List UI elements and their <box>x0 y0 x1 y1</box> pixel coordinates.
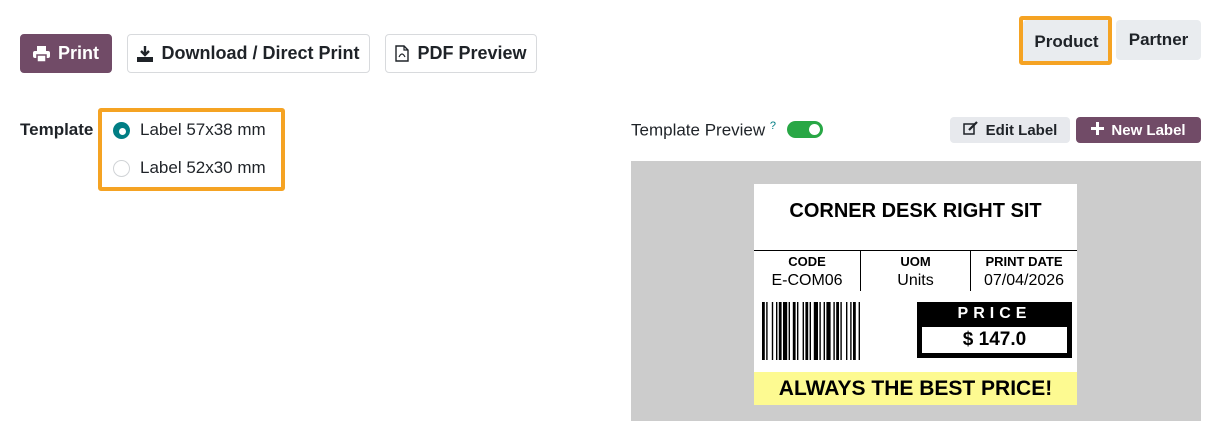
edit-label-text: Edit Label <box>985 121 1058 139</box>
partner-tab[interactable]: Partner <box>1116 20 1201 60</box>
plus-icon <box>1091 121 1105 139</box>
pdf-file-icon <box>395 45 410 62</box>
barcode-bar <box>766 302 768 360</box>
pdf-preview-label: PDF Preview <box>417 43 527 63</box>
printer-icon <box>32 45 50 62</box>
barcode-bar <box>833 302 835 360</box>
template-option-57x38[interactable]: Label 57x38 mm <box>113 120 266 140</box>
template-option-label: Label 52x30 mm <box>140 158 266 177</box>
barcode-bar <box>778 302 782 360</box>
barcode-bar <box>788 302 790 360</box>
radio-unchecked-icon[interactable] <box>113 159 130 177</box>
label-col-header: PRINT DATE <box>985 254 1063 269</box>
pdf-preview-button[interactable]: PDF Preview <box>385 34 537 73</box>
barcode-bar <box>826 302 831 360</box>
product-tab[interactable]: Product <box>1023 20 1110 63</box>
barcode-bar <box>809 302 811 360</box>
price-box: PRICE $ 147.0 <box>917 302 1072 358</box>
label-col-code: CODE E-COM06 <box>754 252 860 290</box>
label-col-print-date: PRINT DATE 07/04/2026 <box>971 252 1077 290</box>
barcode-bar <box>846 302 848 360</box>
barcode-bar <box>819 302 821 360</box>
label-col-header: UOM <box>900 254 931 269</box>
edit-label-button[interactable]: Edit Label <box>950 117 1070 143</box>
radio-checked-icon[interactable] <box>113 121 130 139</box>
label-product-title: CORNER DESK RIGHT SIT <box>789 200 1042 222</box>
barcode-bar <box>836 302 839 360</box>
barcode-bar <box>792 302 796 360</box>
price-header: PRICE <box>957 305 1032 322</box>
label-col-header: CODE <box>788 254 826 269</box>
barcode-bar <box>858 302 860 360</box>
partner-label: Partner <box>1128 30 1189 49</box>
label-col-value: Units <box>897 272 934 289</box>
price-value: $ 147.0 <box>922 327 1067 353</box>
product-label: Product <box>1034 31 1099 51</box>
label-slogan: ALWAYS THE BEST PRICE! <box>754 372 1077 405</box>
barcode-bar <box>805 302 809 360</box>
template-field-label: Template <box>20 120 94 139</box>
download-label: Download / Direct Print <box>161 43 360 63</box>
barcode-bar <box>813 302 818 360</box>
barcode-bar <box>783 302 788 360</box>
help-tooltip-icon[interactable]: ? <box>770 120 776 132</box>
new-label-text: New Label <box>1111 121 1186 139</box>
barcode-bar <box>823 302 825 360</box>
label-card: CORNER DESK RIGHT SIT CODE E-COM06 UOM U… <box>754 184 1077 405</box>
barcode-bar <box>853 302 856 360</box>
download-direct-print-button[interactable]: Download / Direct Print <box>127 34 370 73</box>
barcode-bar <box>797 302 799 360</box>
barcode-bar <box>802 302 804 360</box>
template-option-label: Label 57x38 mm <box>140 120 266 139</box>
new-label-button[interactable]: New Label <box>1076 117 1201 143</box>
print-button[interactable]: Print <box>20 34 112 73</box>
barcode-bar <box>771 302 774 360</box>
barcode-image <box>762 302 860 360</box>
label-col-value: E-COM06 <box>771 272 843 289</box>
label-divider <box>754 250 1077 251</box>
download-icon <box>137 45 154 62</box>
template-preview-toggle[interactable] <box>787 121 823 138</box>
label-col-value: 07/04/2026 <box>983 272 1065 289</box>
label-col-uom: UOM Units <box>861 252 970 290</box>
barcode-bar <box>762 302 765 360</box>
template-preview-label: Template Preview ? <box>631 120 777 140</box>
template-option-52x30[interactable]: Label 52x30 mm <box>113 158 266 178</box>
barcode-bar <box>776 302 778 360</box>
barcode-bar <box>840 302 842 360</box>
print-label: Print <box>57 43 99 63</box>
edit-icon <box>962 121 979 139</box>
barcode-bar <box>850 302 852 360</box>
